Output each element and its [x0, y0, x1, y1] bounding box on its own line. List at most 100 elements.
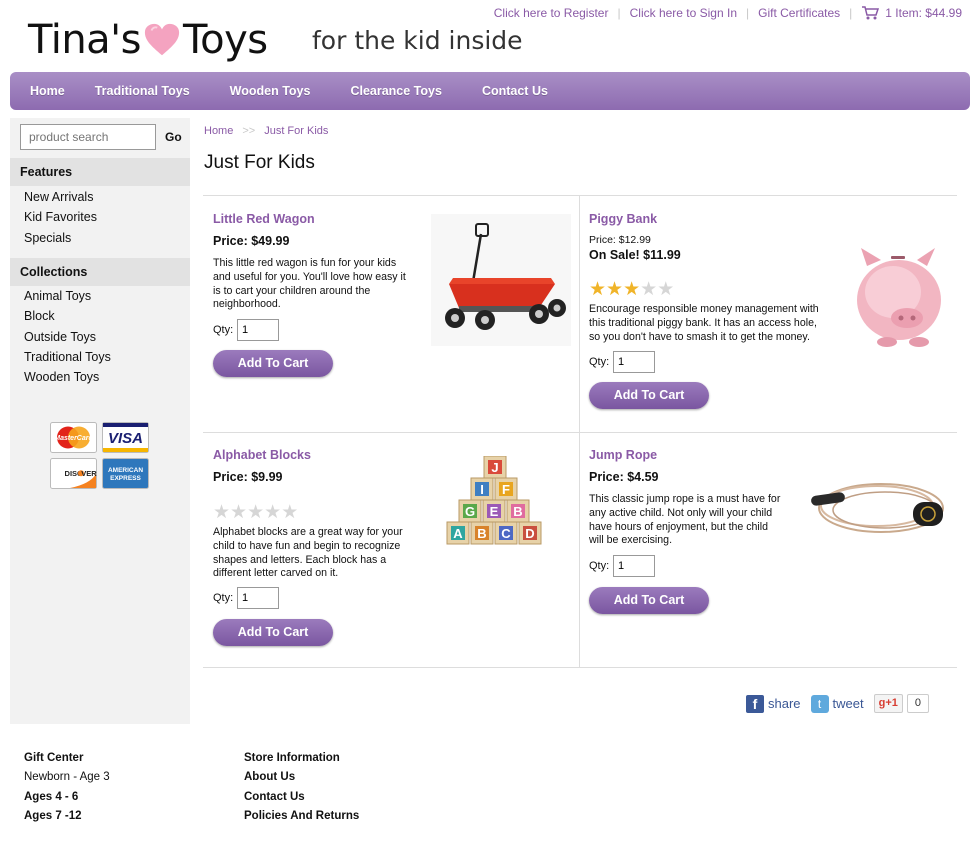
- qty-label: Qty:: [213, 324, 234, 336]
- star-icon[interactable]: ★: [606, 280, 623, 299]
- logo-text-right: Toys: [183, 17, 268, 63]
- star-icon[interactable]: ★: [213, 503, 230, 522]
- block-letter: D: [525, 526, 534, 541]
- footer-gift-center: Gift Center Newborn - Age 3 Ages 4 - 6 A…: [24, 749, 110, 826]
- sign-in-link[interactable]: Click here to Sign In: [630, 6, 737, 20]
- star-icon[interactable]: ★: [247, 503, 264, 522]
- star-icon[interactable]: ★: [589, 280, 606, 299]
- google-plus-count: 0: [906, 694, 929, 713]
- svg-text:EXPRESS: EXPRESS: [110, 475, 141, 482]
- qty-input[interactable]: [237, 587, 279, 609]
- little-red-wagon-image[interactable]: [431, 214, 571, 346]
- block-letter: G: [465, 504, 475, 519]
- alphabet-blocks-image[interactable]: JI FG E BA B C D: [421, 456, 571, 548]
- breadcrumb-separator: >>: [242, 125, 256, 137]
- star-icon[interactable]: ★: [264, 503, 281, 522]
- sidebar-item-outside-toys[interactable]: Outside Toys: [24, 327, 111, 347]
- block-letter: C: [501, 526, 511, 541]
- footer-link-about-us[interactable]: About Us: [244, 768, 359, 787]
- nav-home[interactable]: Home: [10, 84, 93, 98]
- product-description: Alphabet blocks are a great way for your…: [213, 526, 403, 580]
- footer-link-newborn[interactable]: Newborn - Age 3: [24, 768, 110, 787]
- cart-summary-link[interactable]: 1 Item: $44.99: [885, 6, 962, 20]
- star-icon[interactable]: ★: [623, 280, 640, 299]
- jump-rope-image[interactable]: [803, 464, 953, 546]
- search-go-button[interactable]: Go: [165, 130, 182, 144]
- collections-list: Animal Toys Block Outside Toys Tradition…: [24, 286, 111, 387]
- qty-label: Qty:: [213, 592, 234, 604]
- product-card-wagon: Little Red Wagon Price: $49.99 This litt…: [213, 212, 583, 382]
- star-icon[interactable]: ★: [281, 503, 298, 522]
- facebook-share-link[interactable]: share: [768, 696, 801, 711]
- features-list: New Arrivals Kid Favorites Specials: [24, 187, 97, 248]
- twitter-tweet-link[interactable]: tweet: [833, 696, 864, 711]
- add-to-cart-button[interactable]: Add To Cart: [589, 382, 709, 409]
- piggy-bank-image[interactable]: [847, 242, 947, 348]
- link-divider: |: [746, 6, 750, 20]
- svg-text:AMERICAN: AMERICAN: [108, 467, 143, 474]
- svg-text:MasterCard: MasterCard: [54, 435, 93, 442]
- sidebar-item-traditional-toys[interactable]: Traditional Toys: [24, 347, 111, 367]
- site-logo[interactable]: Tina's Toys: [28, 14, 268, 66]
- footer-link-contact-us[interactable]: Contact Us: [244, 788, 359, 807]
- gift-certificates-link[interactable]: Gift Certificates: [758, 6, 840, 20]
- visa-icon: VISA: [102, 422, 149, 453]
- logo-text-left: Tina's: [28, 17, 142, 63]
- breadcrumb: Home >> Just For Kids: [204, 125, 328, 137]
- product-card-alphabet-blocks: Alphabet Blocks Price: $9.99 ★ ★ ★ ★ ★ Alpha…: [213, 448, 583, 648]
- facebook-icon[interactable]: f: [746, 694, 764, 713]
- google-plus-button[interactable]: g+1: [873, 694, 903, 713]
- link-divider: |: [617, 6, 621, 20]
- mastercard-icon: MasterCard: [50, 422, 97, 453]
- top-links: Click here to Register | Click here to S…: [494, 6, 962, 20]
- features-heading: Features: [10, 158, 190, 186]
- product-price: Price: $9.99: [213, 470, 283, 484]
- nav-wooden-toys[interactable]: Wooden Toys: [230, 84, 351, 98]
- nav-clearance-toys[interactable]: Clearance Toys: [350, 84, 481, 98]
- twitter-icon[interactable]: t: [810, 694, 829, 713]
- register-link[interactable]: Click here to Register: [494, 6, 609, 20]
- product-rating: ★ ★ ★ ★ ★: [589, 280, 674, 299]
- product-card-piggy-bank: Piggy Bank Price: $12.99 On Sale! $11.99…: [589, 212, 959, 412]
- block-letter: B: [477, 526, 486, 541]
- star-icon[interactable]: ★: [657, 280, 674, 299]
- nav-contact-us[interactable]: Contact Us: [482, 84, 568, 98]
- sidebar-item-wooden-toys[interactable]: Wooden Toys: [24, 367, 111, 387]
- sidebar-item-block[interactable]: Block: [24, 306, 111, 326]
- qty-input[interactable]: [613, 351, 655, 373]
- product-name[interactable]: Jump Rope: [589, 448, 657, 462]
- footer-link-ages-7-12[interactable]: Ages 7 -12: [24, 807, 110, 826]
- product-sale-price: On Sale! $11.99: [589, 248, 681, 262]
- shopping-cart-icon[interactable]: [861, 6, 880, 20]
- add-to-cart-button[interactable]: Add To Cart: [213, 350, 333, 377]
- qty-label: Qty:: [589, 560, 610, 572]
- footer-link-ages-4-6[interactable]: Ages 4 - 6: [24, 788, 110, 807]
- qty-input[interactable]: [237, 319, 279, 341]
- breadcrumb-home[interactable]: Home: [204, 125, 233, 137]
- sidebar-item-kid-favorites[interactable]: Kid Favorites: [24, 207, 97, 227]
- product-original-price: Price: $12.99: [589, 234, 651, 246]
- footer-heading: Store Information: [244, 752, 340, 764]
- footer-link-policies[interactable]: Policies And Returns: [244, 807, 359, 826]
- nav-traditional-toys[interactable]: Traditional Toys: [93, 84, 230, 98]
- footer-store-info: Store Information About Us Contact Us Po…: [244, 749, 359, 826]
- link-divider: |: [849, 6, 853, 20]
- block-letter: A: [453, 526, 463, 541]
- add-to-cart-button[interactable]: Add To Cart: [213, 619, 333, 646]
- product-search-input[interactable]: [20, 124, 156, 150]
- tagline: for the kid inside: [312, 26, 523, 55]
- add-to-cart-button[interactable]: Add To Cart: [589, 587, 709, 614]
- qty-input[interactable]: [613, 555, 655, 577]
- sidebar-item-new-arrivals[interactable]: New Arrivals: [24, 187, 97, 207]
- sidebar-item-animal-toys[interactable]: Animal Toys: [24, 286, 111, 306]
- product-name[interactable]: Alphabet Blocks: [213, 448, 311, 462]
- sidebar-item-specials[interactable]: Specials: [24, 228, 97, 248]
- breadcrumb-current[interactable]: Just For Kids: [264, 125, 328, 137]
- product-name[interactable]: Piggy Bank: [589, 212, 657, 226]
- block-letter: E: [490, 504, 499, 519]
- star-icon[interactable]: ★: [640, 280, 657, 299]
- product-name[interactable]: Little Red Wagon: [213, 212, 315, 226]
- star-icon[interactable]: ★: [230, 503, 247, 522]
- product-price: Price: $49.99: [213, 234, 290, 248]
- discover-icon: DISC VER: [50, 458, 97, 489]
